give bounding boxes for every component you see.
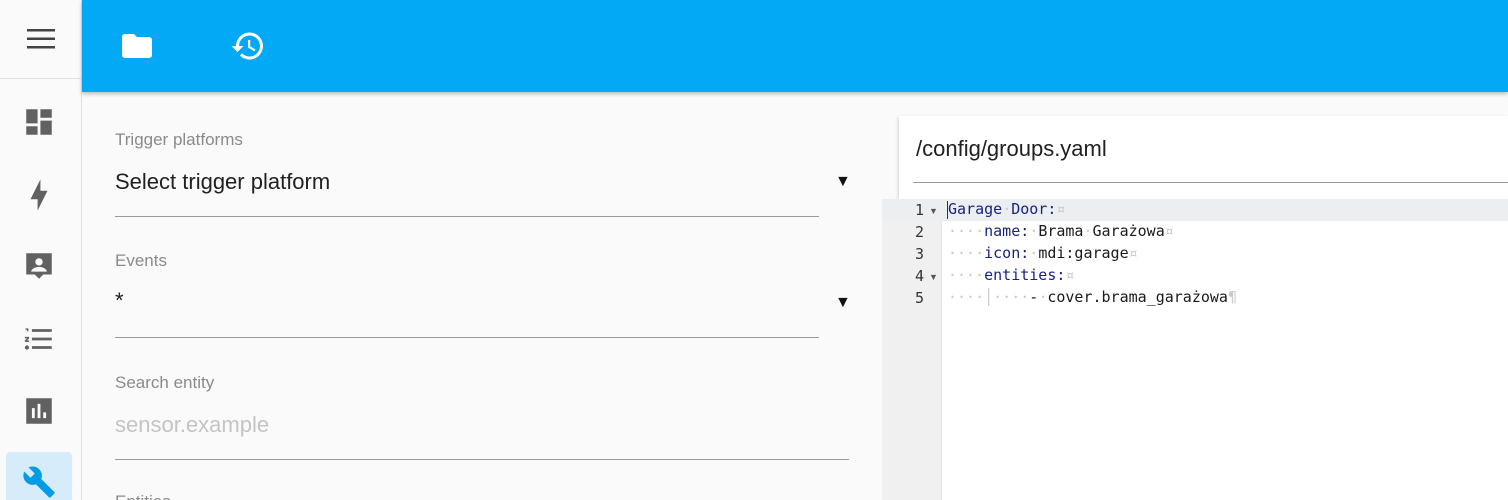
line-number: 5 — [914, 289, 924, 307]
chart-bar-icon — [26, 398, 52, 424]
code-line-2: ····name:·Brama·Garażowa¤ — [948, 222, 1174, 240]
trigger-form: Trigger platforms Select trigger platfor… — [82, 92, 882, 500]
events-underline — [115, 337, 819, 338]
search-entity-label: Search entity — [115, 373, 215, 392]
fold-toggle-icon[interactable]: ▼ — [929, 206, 938, 216]
events-label: Events — [115, 251, 167, 270]
dashboard-icon — [26, 109, 52, 135]
history-icon — [231, 32, 263, 60]
sidebar-item-list[interactable] — [6, 309, 72, 369]
file-path-underline — [913, 182, 1508, 183]
code-line-1: Garage·Door:¤ — [948, 200, 1066, 218]
search-entity-input[interactable]: sensor.example — [115, 412, 269, 438]
trigger-platform-dropdown-arrow-icon[interactable]: ▼ — [835, 173, 851, 191]
trigger-platform-underline — [115, 216, 819, 217]
history-button[interactable] — [228, 26, 268, 66]
events-dropdown-arrow-icon[interactable]: ▼ — [835, 294, 851, 312]
line-number: 2 — [914, 223, 924, 241]
sidebar-item-map[interactable] — [6, 236, 72, 296]
sidebar-item-logbook[interactable] — [6, 165, 72, 225]
account-box-icon — [26, 253, 52, 279]
trigger-platform-select[interactable]: Select trigger platform — [115, 169, 330, 195]
top-app-bar — [82, 0, 1508, 92]
code-line-3: ····icon:·mdi:garage¤ — [948, 244, 1138, 262]
sidebar-item-history[interactable] — [6, 381, 72, 441]
menu-button[interactable] — [0, 0, 82, 79]
fold-toggle-icon[interactable]: ▼ — [929, 272, 938, 282]
events-select[interactable]: * — [115, 288, 124, 314]
sidebar-item-configuration[interactable] — [6, 452, 72, 500]
code-line-4: ····entities:¤ — [948, 266, 1075, 284]
line-number: 4 — [914, 267, 924, 285]
folder-icon — [122, 34, 152, 58]
code-line-5: ····│····-·cover.brama_garażowa¶ — [948, 288, 1237, 306]
wrench-icon — [23, 466, 55, 498]
line-number: 1 — [914, 201, 924, 219]
line-number: 3 — [914, 245, 924, 263]
folder-button[interactable] — [117, 26, 157, 66]
format-list-icon — [24, 328, 52, 350]
hamburger-menu-icon — [27, 29, 55, 49]
search-entity-underline — [115, 459, 849, 460]
lightning-bolt-icon — [30, 179, 48, 211]
sidebar-item-overview[interactable] — [6, 92, 72, 152]
entities-label: Entities — [115, 492, 171, 500]
file-path: /config/groups.yaml — [916, 136, 1107, 161]
trigger-platforms-label: Trigger platforms — [115, 130, 243, 149]
sidebar — [0, 0, 82, 500]
